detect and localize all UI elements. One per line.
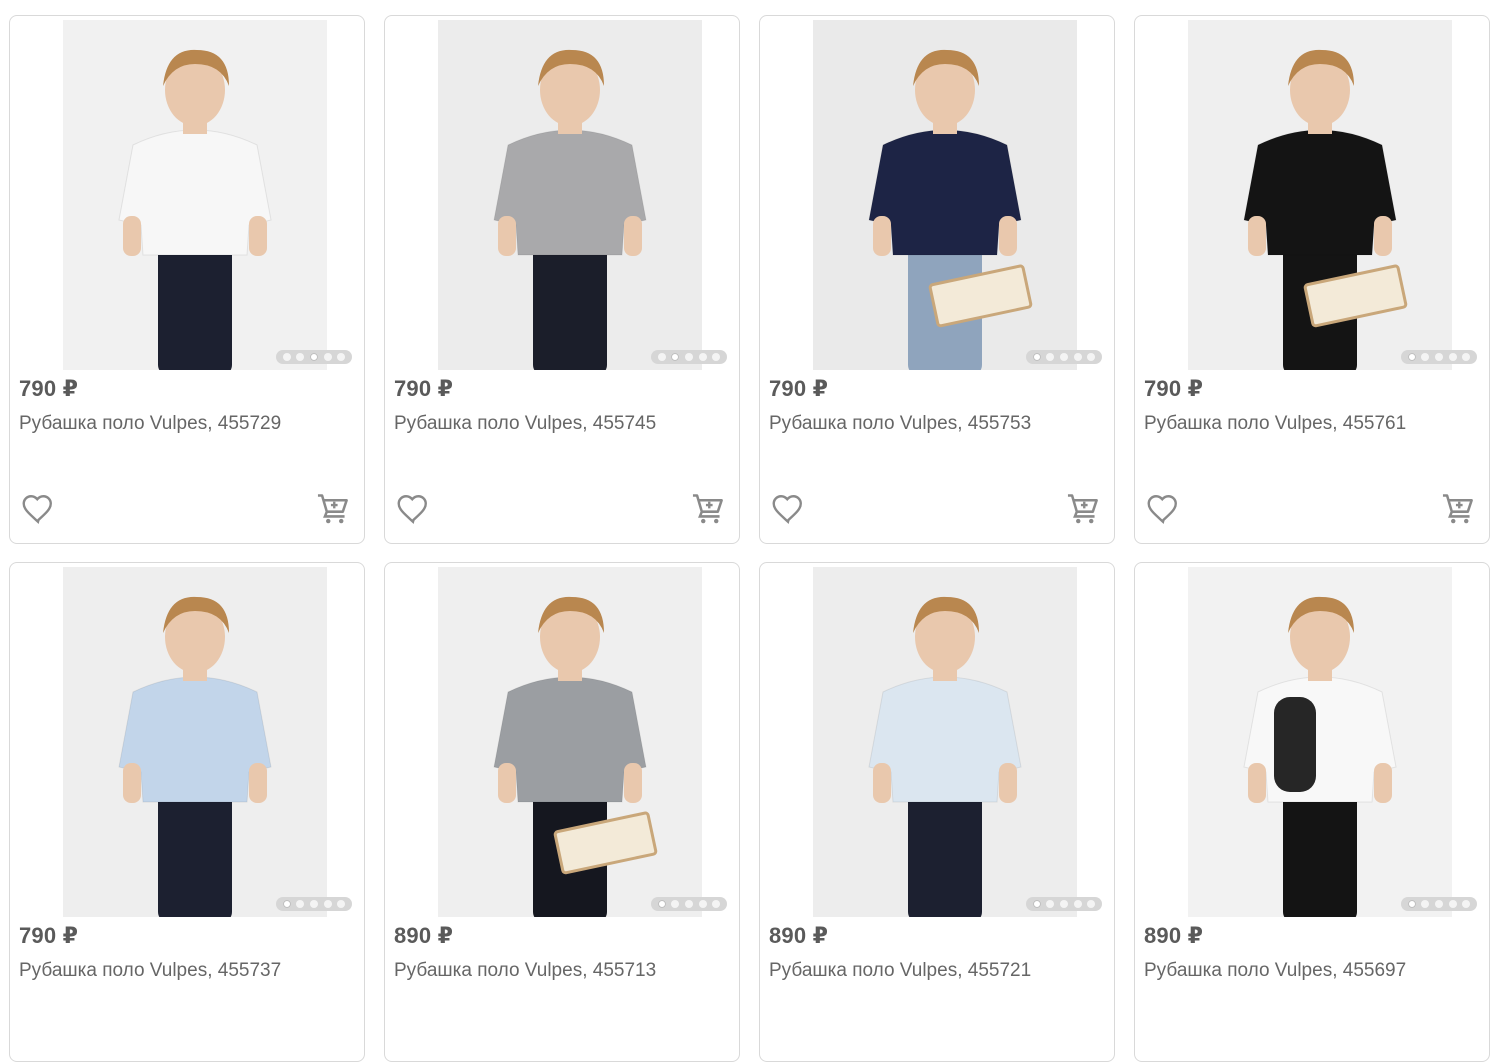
product-card[interactable]: 890 ₽ Рубашка поло Vulpes, 455721 [759, 562, 1115, 1062]
product-price: 790 ₽ [769, 376, 829, 401]
carousel-dot[interactable] [671, 900, 680, 908]
carousel-dot[interactable] [1073, 900, 1082, 908]
photo-carousel-dots[interactable] [276, 350, 352, 364]
carousel-dot[interactable] [712, 900, 721, 908]
carousel-dot[interactable] [1462, 900, 1471, 908]
product-card[interactable]: 890 ₽ Рубашка поло Vulpes, 455713 [384, 562, 740, 1062]
carousel-dot[interactable] [296, 353, 305, 361]
carousel-dot[interactable] [1046, 900, 1055, 908]
photo-carousel-dots[interactable] [1026, 350, 1102, 364]
product-card[interactable]: 790 ₽ Рубашка поло Vulpes, 455737 [9, 562, 365, 1062]
product-price: 790 ₽ [19, 376, 79, 401]
product-price: 890 ₽ [769, 923, 829, 948]
product-card[interactable]: 890 ₽ Рубашка поло Vulpes, 455697 [1134, 562, 1490, 1062]
product-title[interactable]: Рубашка поло Vulpes, 455745 [394, 413, 656, 435]
heart-icon[interactable] [395, 491, 431, 527]
carousel-dot[interactable] [698, 900, 707, 908]
product-photo[interactable] [1188, 20, 1452, 370]
carousel-dot[interactable] [309, 353, 318, 361]
carousel-dot[interactable] [1434, 900, 1443, 908]
carousel-dot[interactable] [1032, 353, 1041, 361]
product-price: 890 ₽ [394, 923, 454, 948]
carousel-dot[interactable] [684, 900, 693, 908]
carousel-dot[interactable] [1059, 353, 1068, 361]
product-price: 790 ₽ [19, 923, 79, 948]
carousel-dot[interactable] [1046, 353, 1055, 361]
carousel-dot[interactable] [1032, 900, 1041, 908]
product-title[interactable]: Рубашка поло Vulpes, 455753 [769, 413, 1031, 435]
photo-carousel-dots[interactable] [1401, 350, 1477, 364]
product-photo[interactable] [63, 567, 327, 917]
product-card[interactable]: 790 ₽ Рубашка поло Vulpes, 455761 [1134, 15, 1490, 544]
carousel-dot[interactable] [1448, 900, 1457, 908]
heart-icon[interactable] [770, 491, 806, 527]
carousel-dot[interactable] [282, 353, 291, 361]
product-title[interactable]: Рубашка поло Vulpes, 455761 [1144, 413, 1406, 435]
product-photo[interactable] [1188, 567, 1452, 917]
product-title[interactable]: Рубашка поло Vulpes, 455697 [1144, 960, 1406, 982]
product-price: 790 ₽ [1144, 376, 1204, 401]
carousel-dot[interactable] [1448, 353, 1457, 361]
product-photo[interactable] [813, 20, 1077, 370]
carousel-dot[interactable] [1087, 900, 1096, 908]
product-price: 890 ₽ [1144, 923, 1204, 948]
product-title[interactable]: Рубашка поло Vulpes, 455721 [769, 960, 1031, 982]
carousel-dot[interactable] [1421, 900, 1430, 908]
product-photo[interactable] [438, 567, 702, 917]
photo-carousel-dots[interactable] [276, 897, 352, 911]
cart-icon[interactable] [1064, 490, 1102, 528]
photo-carousel-dots[interactable] [651, 350, 727, 364]
carousel-dot[interactable] [671, 353, 680, 361]
product-title[interactable]: Рубашка поло Vulpes, 455713 [394, 960, 656, 982]
carousel-dot[interactable] [296, 900, 305, 908]
carousel-dot[interactable] [337, 900, 346, 908]
carousel-dot[interactable] [309, 900, 318, 908]
carousel-dot[interactable] [657, 900, 666, 908]
photo-carousel-dots[interactable] [1026, 897, 1102, 911]
photo-carousel-dots[interactable] [651, 897, 727, 911]
carousel-dot[interactable] [282, 900, 291, 908]
product-photo[interactable] [813, 567, 1077, 917]
cart-icon[interactable] [689, 490, 727, 528]
product-photo[interactable] [438, 20, 702, 370]
carousel-dot[interactable] [1434, 353, 1443, 361]
product-card[interactable]: 790 ₽ Рубашка поло Vulpes, 455745 [384, 15, 740, 544]
carousel-dot[interactable] [1073, 353, 1082, 361]
carousel-dot[interactable] [712, 353, 721, 361]
heart-icon[interactable] [20, 491, 56, 527]
product-price: 790 ₽ [394, 376, 454, 401]
carousel-dot[interactable] [1462, 353, 1471, 361]
carousel-dot[interactable] [1407, 353, 1416, 361]
carousel-dot[interactable] [1087, 353, 1096, 361]
product-card[interactable]: 790 ₽ Рубашка поло Vulpes, 455753 [759, 15, 1115, 544]
carousel-dot[interactable] [323, 900, 332, 908]
photo-carousel-dots[interactable] [1401, 897, 1477, 911]
carousel-dot[interactable] [657, 353, 666, 361]
heart-icon[interactable] [1145, 491, 1181, 527]
cart-icon[interactable] [314, 490, 352, 528]
cart-icon[interactable] [1439, 490, 1477, 528]
product-grid: 790 ₽ Рубашка поло Vulpes, 455729 790 ₽ … [0, 0, 1500, 1062]
carousel-dot[interactable] [1421, 353, 1430, 361]
carousel-dot[interactable] [323, 353, 332, 361]
carousel-dot[interactable] [684, 353, 693, 361]
carousel-dot[interactable] [337, 353, 346, 361]
product-photo[interactable] [63, 20, 327, 370]
carousel-dot[interactable] [1407, 900, 1416, 908]
carousel-dot[interactable] [1059, 900, 1068, 908]
product-title[interactable]: Рубашка поло Vulpes, 455737 [19, 960, 281, 982]
carousel-dot[interactable] [698, 353, 707, 361]
product-card[interactable]: 790 ₽ Рубашка поло Vulpes, 455729 [9, 15, 365, 544]
product-title[interactable]: Рубашка поло Vulpes, 455729 [19, 413, 281, 435]
